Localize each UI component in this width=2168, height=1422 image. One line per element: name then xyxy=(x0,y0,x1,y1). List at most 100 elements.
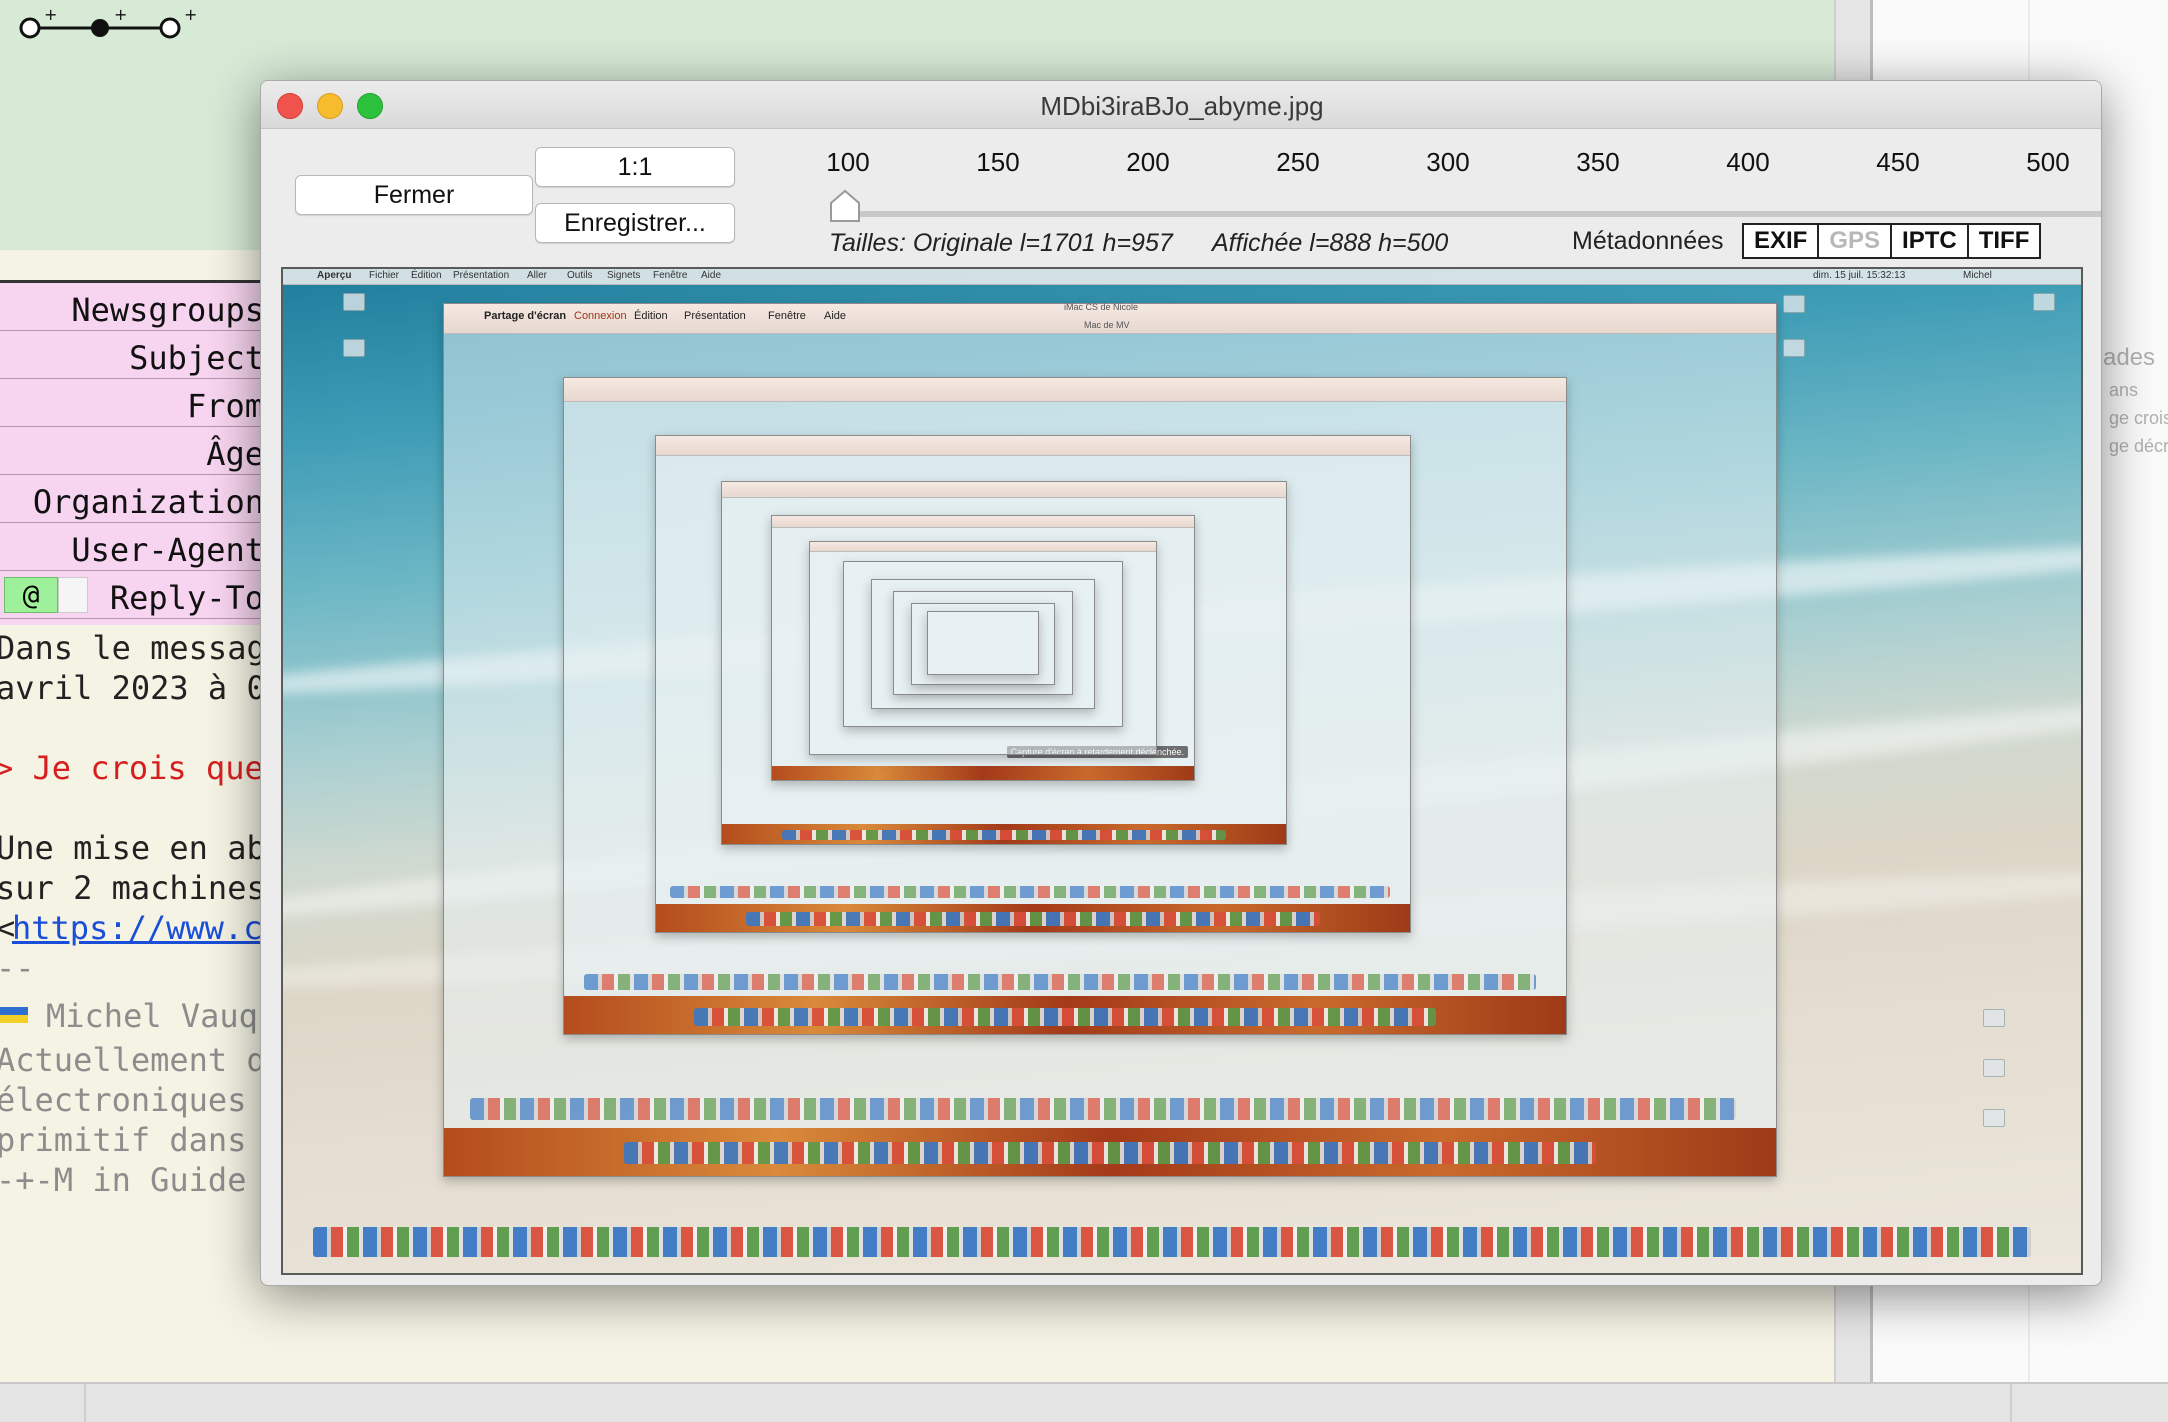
header-label: From xyxy=(186,387,264,425)
nested-menubar xyxy=(722,482,1286,498)
displayed-size-text: Affichée l=888 h=500 xyxy=(1212,229,1449,257)
zoom-tick-label: 500 xyxy=(2026,147,2070,177)
image-preview-window: MDbi3iraBJo_abyme.jpg Fermer 1:1 Enregis… xyxy=(260,80,2102,1286)
body-line: Une mise en aby xyxy=(0,829,285,867)
nested-dock-icons xyxy=(782,830,1226,840)
desktop-icon xyxy=(1783,295,1805,313)
zoom-tick-label: 450 xyxy=(1876,147,1920,177)
svg-text:+: + xyxy=(114,5,127,24)
nested-dock-icons xyxy=(470,1098,1736,1120)
nested-window-title: iMac CS de Nicole xyxy=(1064,302,1139,312)
metadata-tabs: EXIF GPS IPTC TIFF xyxy=(1742,223,2042,259)
message-link[interactable]: https://www.ci xyxy=(12,908,282,948)
signature-line: -+-M in Guide d xyxy=(0,1161,285,1199)
metadata-tab-exif[interactable]: EXIF xyxy=(1744,225,1820,257)
faded-text: ans xyxy=(2109,380,2139,400)
desktop-icon xyxy=(1983,1059,2005,1077)
signature-line: primitif dans u xyxy=(0,1121,285,1159)
signature-line: électroniques s xyxy=(0,1081,285,1119)
screenshot-menu-item: Aperçu xyxy=(317,270,352,281)
close-button[interactable]: Fermer xyxy=(295,175,533,215)
header-label: Newsgroups xyxy=(71,291,264,329)
faded-text: ge crois xyxy=(2109,408,2168,428)
nested-dock-icons xyxy=(694,1008,1436,1026)
actual-size-button[interactable]: 1:1 xyxy=(535,147,735,187)
header-row-subject: Subject xyxy=(0,331,270,379)
window-title: MDbi3iraBJo_abyme.jpg xyxy=(1040,91,1324,121)
nested-menubar xyxy=(564,378,1566,402)
header-row-from: From xyxy=(0,379,270,427)
screenshot-menu-item: Aide xyxy=(701,270,722,281)
outer-dock-icons xyxy=(313,1227,2031,1257)
screenshot-menu-item: Outils xyxy=(567,270,593,281)
metadata-tab-iptc[interactable]: IPTC xyxy=(1892,225,1969,257)
header-row-newsgroups: Newsgroups xyxy=(0,283,270,331)
nested-dock-icons xyxy=(670,886,1390,898)
bottom-bar xyxy=(0,1382,2168,1422)
zoom-tick-label: 350 xyxy=(1576,147,1620,177)
header-label: User-Agent xyxy=(71,531,264,569)
nested-menu-item: Aide xyxy=(824,310,847,322)
screenshot-menu-item: Signets xyxy=(607,270,641,281)
original-size-text: Tailles: Originale l=1701 h=957 xyxy=(829,229,1173,257)
screenshot-clock: dim. 15 juil. 15:32:13 xyxy=(1813,270,1906,281)
header-label: Organization xyxy=(32,483,264,521)
nested-dock xyxy=(772,766,1194,780)
thread-tree-icon[interactable]: + + + xyxy=(14,4,204,44)
slider-thumb[interactable] xyxy=(827,189,863,225)
reply-at-badge[interactable]: @ xyxy=(4,577,58,613)
nested-menubar: Partage d'écran Connexion Édition Présen… xyxy=(444,302,1776,334)
header-label: Subject xyxy=(129,339,264,377)
desktop-icon xyxy=(343,293,365,311)
header-label: Reply-To xyxy=(109,579,264,617)
quoted-line: > Je crois que xyxy=(0,749,264,787)
body-line: sur 2 machines xyxy=(0,869,266,907)
desktop-icon xyxy=(1783,339,1805,357)
header-label: Âge xyxy=(206,435,264,473)
nested-dock-icons xyxy=(584,974,1536,990)
save-button[interactable]: Enregistrer... xyxy=(535,203,735,243)
metadata-label: Métadonnées xyxy=(1572,227,1724,255)
signature-flag-icon xyxy=(0,996,30,1036)
image-display[interactable]: Aperçu Fichier Édition Présentation Alle… xyxy=(281,267,2083,1275)
reply-menu-toggle[interactable] xyxy=(58,577,88,613)
nested-dock-icons xyxy=(746,912,1320,926)
nested-menu-item: Partage d'écran xyxy=(484,310,567,322)
screenshot-menu-item: Édition xyxy=(411,270,442,281)
nested-window-title: Mac de MV xyxy=(1084,320,1130,330)
desktop-icon xyxy=(2033,293,2055,311)
nested-menubar xyxy=(772,516,1194,528)
nested-menubar xyxy=(810,542,1156,552)
signature-line: Michel Vauqu xyxy=(46,997,278,1035)
header-row-organization: Organization xyxy=(0,475,270,523)
svg-text:+: + xyxy=(184,5,197,24)
nested-menu-item: Connexion xyxy=(574,310,627,322)
nested-menu-item: Présentation xyxy=(684,310,746,322)
metadata-tab-tiff[interactable]: TIFF xyxy=(1969,225,2040,257)
screenshot-menu-item: Fichier xyxy=(369,270,400,281)
screenshot-menu-item: Fenêtre xyxy=(653,270,688,281)
body-line: avril 2023 à 09 xyxy=(0,669,285,707)
zoom-tick-label: 150 xyxy=(976,147,1020,177)
desktop-icon xyxy=(343,339,365,357)
screenshot-menu-item: Aller xyxy=(527,270,548,281)
svg-text:+: + xyxy=(44,5,57,24)
body-line: Dans le message xyxy=(0,629,285,667)
desktop-icon xyxy=(1983,1009,2005,1027)
screenshot-menu-item: Présentation xyxy=(453,270,510,281)
nested-window-11 xyxy=(927,611,1039,675)
signature-line: Actuellement de xyxy=(0,1041,285,1079)
nested-menubar xyxy=(656,436,1410,456)
title-bar[interactable]: MDbi3iraBJo_abyme.jpg xyxy=(261,81,2101,129)
header-row-reply-to: @ Reply-To xyxy=(0,571,270,619)
nested-dock-icons xyxy=(624,1142,1596,1164)
slider-track[interactable] xyxy=(839,211,2101,217)
zoom-tick-label: 300 xyxy=(1426,147,1470,177)
zoom-tick-label: 250 xyxy=(1276,147,1320,177)
zoom-tick-label: 200 xyxy=(1126,147,1170,177)
faded-text: ge décr xyxy=(2109,436,2168,456)
zoom-tick-label: 400 xyxy=(1726,147,1770,177)
nested-menu-item: Édition xyxy=(634,310,668,322)
nested-menu-item: Fenêtre xyxy=(768,310,806,322)
message-header-panel: Newsgroups Subject From Âge Organization… xyxy=(0,280,270,625)
